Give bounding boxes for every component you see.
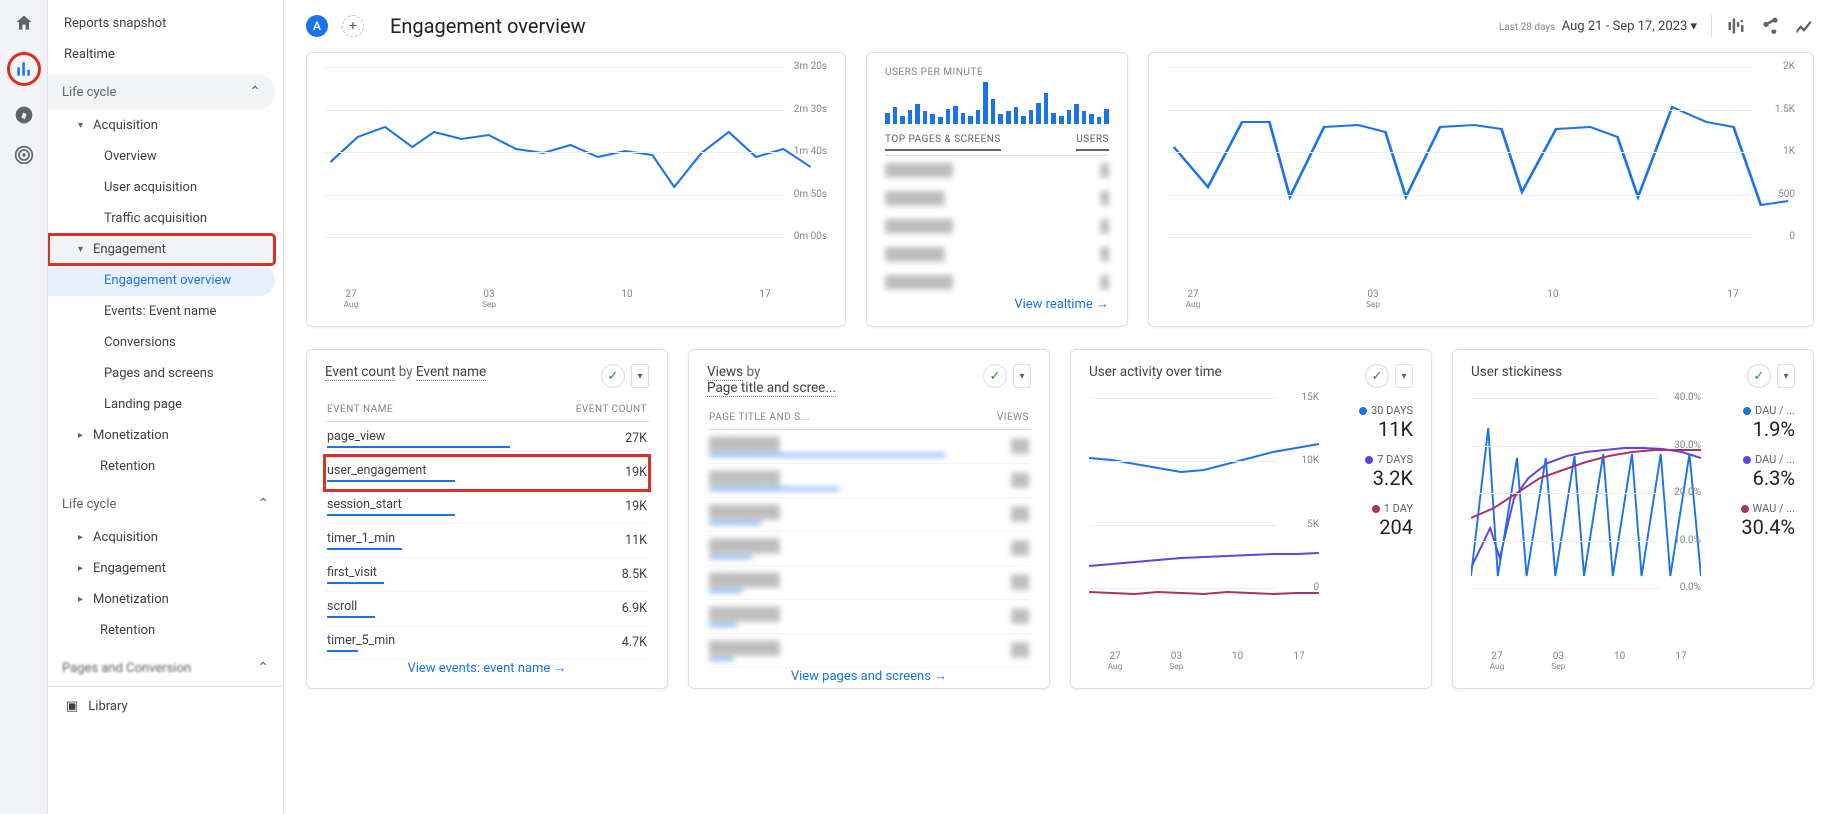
chevron-up-icon: ⌃ — [249, 84, 261, 100]
card-users-per-minute: USERS PER MINUTE TOP PAGES & SCREENS USE… — [866, 52, 1128, 327]
stickiness-lines — [1471, 398, 1701, 598]
table-row[interactable]: timer_1_min11K — [325, 524, 649, 558]
event-count-table: EVENT NAMEEVENT COUNT page_view27Kuser_e… — [325, 398, 649, 660]
nav-eng-events[interactable]: Events: Event name — [48, 296, 283, 327]
upm-tab-pages: TOP PAGES & SCREENS — [885, 134, 1001, 151]
stickiness-legend: DAU / ...1.9%DAU / ...6.3%WAU / ...30.4% — [1709, 398, 1795, 645]
table-row[interactable]: first_visit8.5K — [325, 558, 649, 592]
nav-group-acq-2[interactable]: ▸Acquisition — [48, 522, 283, 553]
upm-tabs: TOP PAGES & SCREENS USERS — [885, 134, 1109, 156]
nav-realtime[interactable]: Realtime — [48, 39, 283, 70]
nav-section-lifecycle[interactable]: Life cycle ⌃ — [48, 74, 275, 110]
chevron-up-icon: ⌃ — [257, 496, 269, 512]
chevron-up-icon: ⌃ — [257, 660, 269, 676]
home-icon[interactable] — [13, 12, 35, 34]
nav-eng-pages[interactable]: Pages and screens — [48, 358, 283, 389]
views-title: Views byPage title and scree... — [707, 364, 836, 396]
stickiness-title: User stickiness — [1471, 364, 1562, 380]
users-line — [1167, 67, 1795, 247]
nav-eng-landing[interactable]: Landing page — [48, 389, 283, 420]
report-nav: Reports snapshot Realtime Life cycle ⌃ ▾… — [48, 0, 284, 814]
nav-section-label-2: Life cycle — [62, 497, 116, 512]
view-events-link[interactable]: View events: event name — [325, 660, 649, 676]
table-row[interactable]: timer_5_min4.7K — [325, 626, 649, 660]
table-row[interactable]: session_start19K — [325, 490, 649, 524]
nav-acq-user[interactable]: User acquisition — [48, 172, 283, 203]
nav-group-eng-2[interactable]: ▸Engagement — [48, 553, 283, 584]
dropdown-icon[interactable]: ▾ — [1395, 364, 1413, 388]
nav-group-engagement[interactable]: ▾Engagement — [48, 234, 275, 265]
x-axis: 27Aug03Sep1017 — [1173, 289, 1753, 310]
nav-reports-snapshot[interactable]: Reports snapshot — [48, 8, 283, 39]
explore-icon[interactable] — [13, 104, 35, 126]
icon-rail — [0, 0, 48, 814]
insights-icon[interactable] — [1794, 16, 1814, 36]
activity-legend: 30 DAYS11K7 DAYS3.2K1 DAY204 — [1327, 398, 1413, 645]
activity-title: User activity over time — [1089, 364, 1222, 380]
reports-icon[interactable] — [7, 52, 41, 86]
view-realtime-link[interactable]: View realtime — [885, 296, 1109, 312]
table-row[interactable]: ██████████ — [707, 464, 1031, 498]
upm-bar-chart — [885, 82, 1109, 124]
nav-group-mon-2[interactable]: ▸Monetization — [48, 584, 283, 615]
nav-eng-overview[interactable]: Engagement overview — [48, 265, 275, 296]
nav-group-monetization[interactable]: ▸Monetization — [48, 420, 283, 451]
check-icon[interactable]: ✓ — [1365, 364, 1389, 388]
main-panel: A + Engagement overview Last 28 days Aug… — [284, 0, 1836, 814]
upm-rows: █████████ ████████ █████████ ████████ ██… — [885, 156, 1109, 296]
upm-title: USERS PER MINUTE — [885, 67, 1109, 78]
nav-eng-conv[interactable]: Conversions — [48, 327, 283, 358]
x-axis: 27Aug03Sep1017 — [1095, 651, 1319, 672]
page-title: Engagement overview — [390, 14, 586, 38]
library-icon: ▣ — [66, 699, 78, 714]
nav-group-acquisition[interactable]: ▾Acquisition — [48, 110, 283, 141]
dropdown-icon[interactable]: ▾ — [1013, 364, 1031, 388]
table-row[interactable]: ██████████ — [707, 600, 1031, 634]
share-icon[interactable] — [1760, 16, 1780, 36]
nav-acq-traffic[interactable]: Traffic acquisition — [48, 203, 283, 234]
check-icon[interactable]: ✓ — [601, 364, 625, 388]
nav-section-pages-conv[interactable]: Pages and Conversion ⌃ — [48, 650, 283, 686]
table-row[interactable]: ██████████ — [707, 566, 1031, 600]
audience-badge[interactable]: A — [306, 15, 328, 37]
date-range-picker[interactable]: Last 28 days Aug 21 - Sep 17, 2023 ▾ — [1499, 19, 1697, 34]
views-table: PAGE TITLE AND S...VIEWS ███████████████… — [707, 406, 1031, 668]
x-axis: 27Aug03Sep1017 — [1477, 651, 1701, 672]
table-row[interactable]: page_view27K — [325, 422, 649, 456]
nav-ret-2[interactable]: Retention — [48, 615, 283, 646]
card-user-stickiness: User stickiness ✓▾ 40.0%30.0%20.0%10.0%0… — [1452, 349, 1814, 689]
advertising-icon[interactable] — [13, 144, 35, 166]
card-engagement-time: 3m 20s2m 30s1m 40s0m 50s0m 00s 27Aug03Se… — [306, 52, 846, 327]
table-row[interactable]: ██████████ — [707, 430, 1031, 464]
upm-tab-users: USERS — [1076, 134, 1109, 151]
divider — [1711, 15, 1712, 37]
activity-lines — [1089, 398, 1319, 598]
nav-section-label: Life cycle — [62, 85, 116, 100]
nav-retention[interactable]: Retention — [48, 451, 283, 482]
table-row[interactable]: ██████████ — [707, 498, 1031, 532]
table-row[interactable]: ██████████ — [707, 532, 1031, 566]
check-icon[interactable]: ✓ — [983, 364, 1007, 388]
table-row[interactable]: user_engagement19K — [325, 456, 649, 490]
dropdown-icon[interactable]: ▾ — [631, 364, 649, 388]
customize-report-icon[interactable] — [1726, 16, 1746, 36]
card-users: 2K1.5K1K5000 27Aug03Sep1017 — [1148, 52, 1814, 327]
nav-acq-overview[interactable]: Overview — [48, 141, 283, 172]
nav-section-lifecycle-2[interactable]: Life cycle ⌃ — [48, 486, 283, 522]
check-icon[interactable]: ✓ — [1747, 364, 1771, 388]
card-user-activity: User activity over time ✓▾ 15K10K5K0 30 … — [1070, 349, 1432, 689]
add-comparison-button[interactable]: + — [342, 15, 364, 37]
card-event-count: Event count by Event name ✓▾ EVENT NAMEE… — [306, 349, 668, 689]
nav-library[interactable]: ▣ Library — [48, 686, 283, 726]
card-views: Views byPage title and scree... ✓▾ PAGE … — [688, 349, 1050, 689]
engagement-time-line — [325, 67, 827, 247]
table-row[interactable]: scroll6.9K — [325, 592, 649, 626]
x-axis: 27Aug03Sep1017 — [331, 289, 785, 310]
table-row[interactable]: ██████████ — [707, 634, 1031, 668]
dropdown-icon[interactable]: ▾ — [1777, 364, 1795, 388]
view-pages-link[interactable]: View pages and screens — [707, 668, 1031, 684]
page-header: A + Engagement overview Last 28 days Aug… — [284, 0, 1836, 52]
nav-section-label-3: Pages and Conversion — [62, 661, 191, 676]
event-count-title: Event count by Event name — [325, 364, 486, 380]
